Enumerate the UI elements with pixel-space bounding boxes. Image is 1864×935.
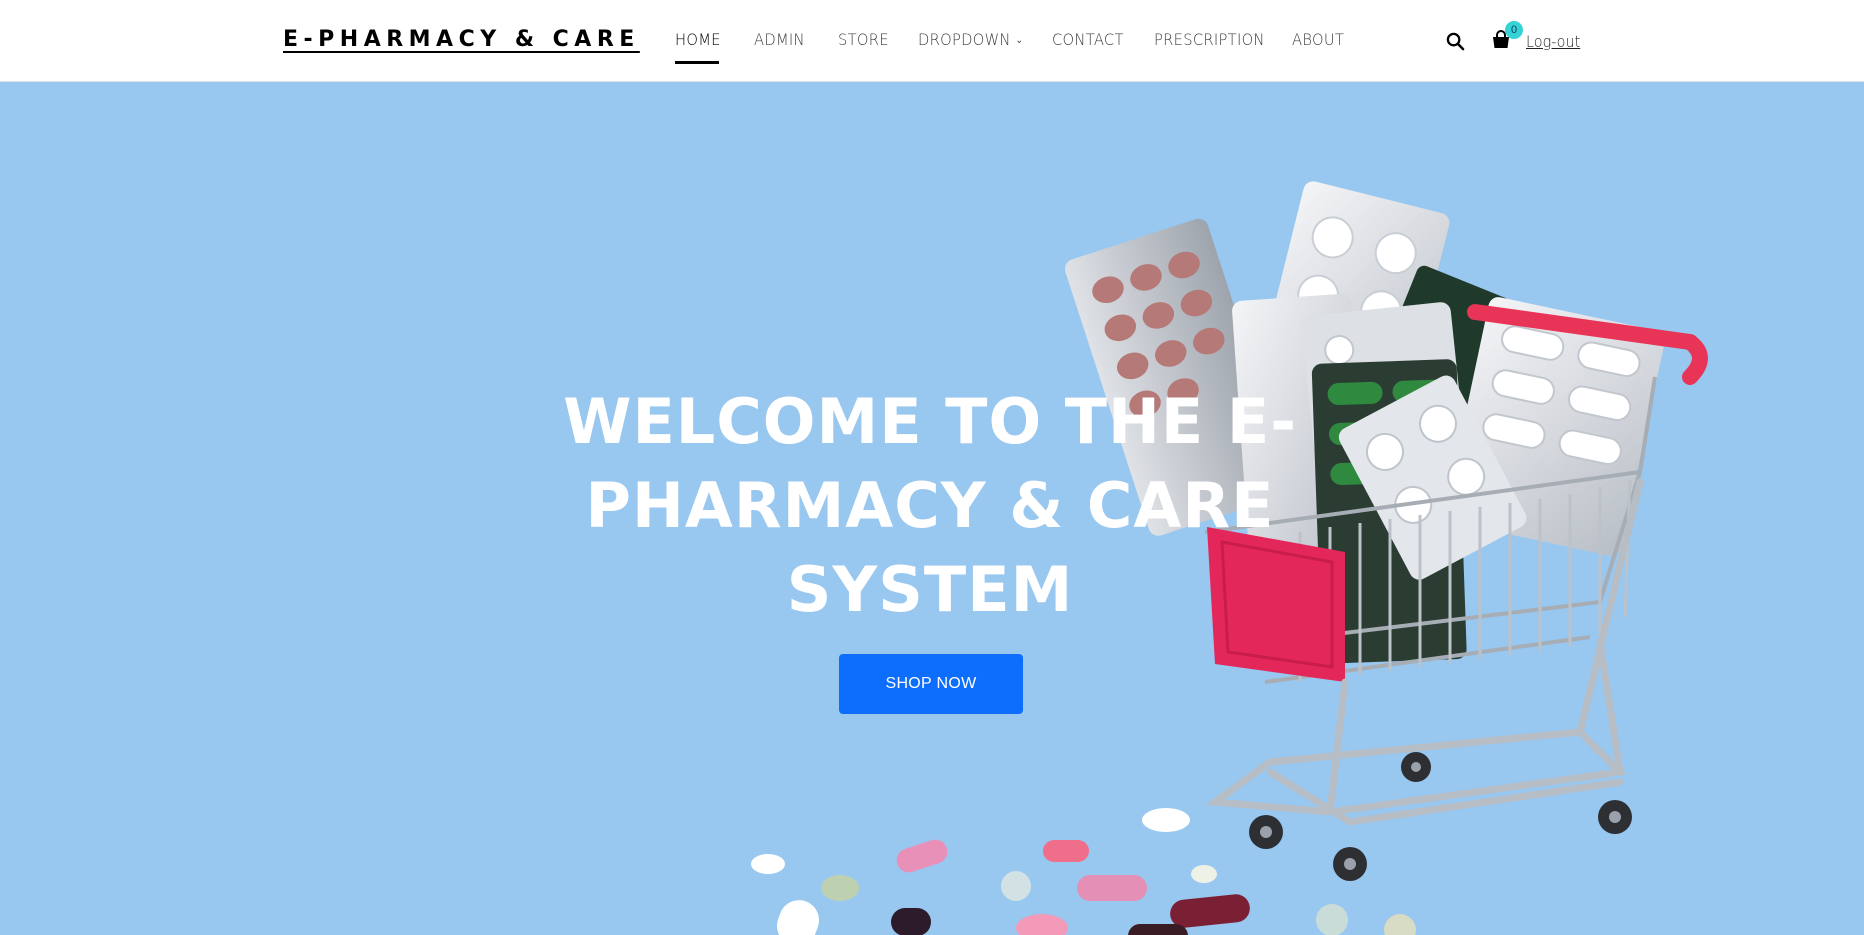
hero-banner: WELCOME TO THE E-PHARMACY & CARE SYSTEM … (0, 82, 1864, 935)
search-icon[interactable] (1446, 32, 1465, 51)
nav-about[interactable]: ABOUT (1292, 30, 1344, 49)
active-nav-indicator (675, 61, 719, 64)
site-header: E-PHARMACY & CARE HOME ADMIN STORE DROPD… (0, 0, 1864, 82)
chevron-down-icon: ⌄ (1015, 35, 1024, 46)
nav-home[interactable]: HOME (675, 30, 721, 49)
nav-store[interactable]: STORE (838, 30, 889, 49)
nav-prescription[interactable]: PRESCRIPTION (1154, 30, 1265, 49)
logout-link[interactable]: Log-out (1526, 32, 1580, 51)
shop-now-button[interactable]: SHOP NOW (839, 654, 1023, 714)
site-logo[interactable]: E-PHARMACY & CARE (283, 27, 640, 52)
cart-count-badge: 0 (1505, 21, 1523, 39)
nav-dropdown[interactable]: DROPDOWN ⌄ (918, 30, 1023, 49)
nav-admin[interactable]: ADMIN (754, 30, 805, 49)
nav-contact[interactable]: CONTACT (1052, 30, 1124, 49)
hero-title: WELCOME TO THE E-PHARMACY & CARE SYSTEM (563, 385, 1297, 626)
nav-dropdown-label: DROPDOWN (918, 30, 1011, 49)
